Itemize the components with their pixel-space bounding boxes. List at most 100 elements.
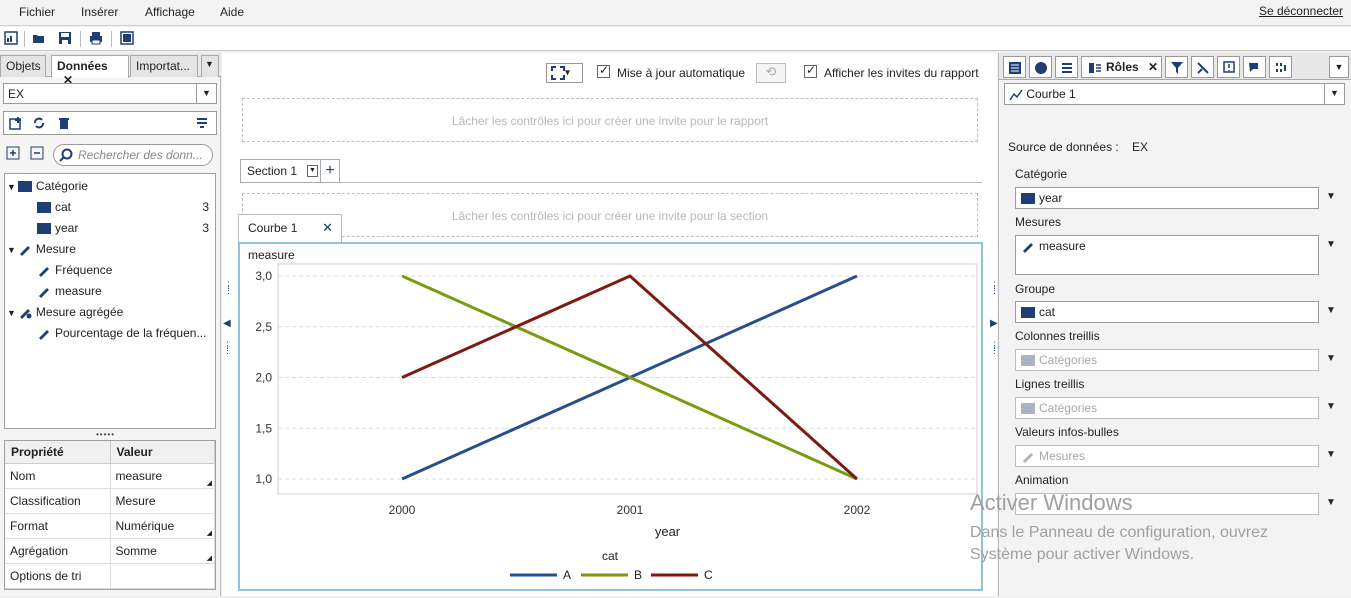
tabs-menu-button[interactable]: ▼: [201, 55, 219, 77]
tree-group[interactable]: ▼ Mesure: [7, 239, 213, 259]
aggregated-measure-icon: [19, 308, 32, 319]
collapse-left-icon[interactable]: ◀: [223, 318, 231, 329]
chart-container: 1,0 1,5 2,0 2,5 3,0 measure 2000 2001 2002 year ca…: [238, 242, 983, 591]
auto-update-checkbox[interactable]: [597, 63, 610, 78]
object-select[interactable]: Courbe 1 ▼: [1004, 83, 1345, 105]
property-name: Options de tri: [5, 563, 111, 589]
property-value[interactable]: measure ◢: [110, 463, 215, 489]
category-icon: [1021, 193, 1035, 205]
menu-inserer[interactable]: Insérer: [81, 5, 118, 19]
close-icon[interactable]: ✕: [322, 220, 333, 236]
refresh-icon[interactable]: [32, 116, 46, 130]
chevron-down-icon[interactable]: ▼: [1326, 191, 1336, 202]
category-icon: [1021, 307, 1035, 319]
close-icon[interactable]: ✕: [1148, 60, 1158, 74]
property-value[interactable]: Somme ◢: [110, 538, 215, 564]
edit-corner-icon: ◢: [206, 555, 212, 562]
logout-link[interactable]: Se déconnecter: [1259, 4, 1343, 18]
role-label: Animation: [1015, 473, 1069, 487]
collapse-right-icon[interactable]: ▶: [990, 318, 998, 329]
measure-icon: [1023, 242, 1033, 253]
property-name: Classification: [5, 488, 111, 514]
role-label: Mesures: [1015, 215, 1062, 229]
tabs-menu-button[interactable]: ▼: [1329, 56, 1349, 78]
role-field[interactable]: [1015, 493, 1319, 515]
section-menu-icon[interactable]: ▼: [307, 165, 318, 177]
property-row: Nom measure ◢: [5, 463, 215, 489]
tree-item[interactable]: measure: [37, 281, 213, 301]
menu-fichier[interactable]: Fichier: [19, 5, 55, 19]
measure-icon: [1023, 452, 1033, 463]
edit-corner-icon: ◢: [206, 530, 212, 537]
chevron-down-icon[interactable]: ▼: [1326, 449, 1336, 460]
tree-item[interactable]: Pourcentage de la fréquen...: [37, 323, 213, 343]
save-icon[interactable]: [58, 31, 72, 45]
tab-import[interactable]: Importat...: [130, 55, 198, 77]
report-canvas: ▾ Mise à jour automatique ⟲ Afficher les…: [222, 53, 999, 596]
resize-grip[interactable]: •••••: [96, 430, 115, 439]
property-value[interactable]: Numérique ◢: [110, 513, 215, 539]
role-field[interactable]: cat: [1015, 301, 1319, 323]
datasource-select[interactable]: EX ▼: [3, 83, 217, 104]
tree-group[interactable]: ▼ Catégorie: [7, 176, 213, 196]
tree-label: year: [55, 221, 79, 235]
role-field[interactable]: Catégories: [1015, 397, 1319, 419]
property-row: Classification Mesure: [5, 488, 215, 514]
object-tab[interactable]: Courbe 1 ✕: [238, 214, 342, 242]
role-field[interactable]: year: [1015, 187, 1319, 209]
chevron-down-icon: ▼: [1324, 84, 1344, 104]
chevron-down-icon[interactable]: ▼: [1326, 497, 1336, 508]
measure-icon: [39, 287, 49, 298]
chevron-down-icon[interactable]: ▼: [1326, 353, 1336, 364]
section-tab[interactable]: Section 1 ▼: [240, 159, 322, 183]
tree-group[interactable]: ▼ Mesure agrégée: [7, 302, 213, 322]
fit-view-button[interactable]: ▾: [546, 63, 583, 83]
section-prompt-dropzone[interactable]: Lâcher les contrôles ici pour créer une …: [242, 193, 978, 237]
line-chart: 1,0 1,5 2,0 2,5 3,0 measure 2000 2001 2002 year ca…: [248, 248, 978, 582]
role-value: measure: [1039, 239, 1086, 253]
left-splitter-grip[interactable]: ⋮ ⋮: [224, 281, 233, 295]
role-field[interactable]: Mesures: [1015, 445, 1319, 467]
menu-aide[interactable]: Aide: [220, 5, 244, 19]
add-data-icon[interactable]: [9, 116, 23, 130]
print-icon[interactable]: [89, 31, 103, 45]
new-report-icon[interactable]: [4, 31, 18, 45]
role-value: cat: [1039, 305, 1056, 319]
menu-affichage[interactable]: Affichage: [145, 5, 195, 19]
delete-icon[interactable]: [57, 116, 71, 130]
collapse-all-icon[interactable]: [30, 146, 44, 160]
role-field[interactable]: measure: [1015, 235, 1319, 275]
chevron-down-icon[interactable]: ▼: [1326, 239, 1336, 250]
property-name: Agrégation: [5, 538, 111, 564]
property-name: Format: [5, 513, 111, 539]
left-splitter-grip-2[interactable]: ⋮ ⋮: [223, 341, 232, 355]
expand-all-icon[interactable]: [6, 146, 20, 160]
menu-icon[interactable]: [196, 116, 208, 130]
chevron-down-icon[interactable]: ▼: [1326, 401, 1336, 412]
tree-item[interactable]: Fréquence: [37, 260, 213, 280]
tree-item[interactable]: cat 3: [37, 197, 213, 217]
property-row: Options de tri: [5, 563, 215, 589]
show-prompts-checkbox[interactable]: [804, 63, 817, 78]
role-value: Catégories: [1039, 353, 1098, 367]
tab-donnees[interactable]: Données ✕: [51, 55, 129, 87]
toolbar: [0, 27, 1351, 51]
data-panel: Objets Données ✕ Importat... ▼ EX ▼ Rech…: [0, 53, 221, 596]
tab-objets[interactable]: Objets: [0, 55, 46, 77]
refresh-button[interactable]: ⟲: [756, 63, 786, 83]
report-prompt-dropzone[interactable]: Lâcher les contrôles ici pour créer une …: [242, 98, 978, 142]
expander-icon[interactable]: ▼: [7, 245, 16, 255]
role-field[interactable]: Catégories: [1015, 349, 1319, 371]
view-icon[interactable]: [120, 31, 134, 45]
tree-item[interactable]: year 3: [37, 218, 213, 238]
add-section-button[interactable]: +: [320, 159, 340, 183]
property-name: Nom: [5, 463, 111, 489]
open-icon[interactable]: [32, 31, 46, 45]
category-icon: [17, 181, 32, 193]
expander-icon[interactable]: ▼: [7, 182, 16, 192]
expander-icon[interactable]: ▼: [7, 308, 16, 318]
search-input[interactable]: Rechercher des donn...: [53, 144, 213, 166]
category-icon: [37, 223, 51, 235]
chevron-down-icon[interactable]: ▼: [1326, 305, 1336, 316]
tree-label: Catégorie: [35, 179, 88, 193]
